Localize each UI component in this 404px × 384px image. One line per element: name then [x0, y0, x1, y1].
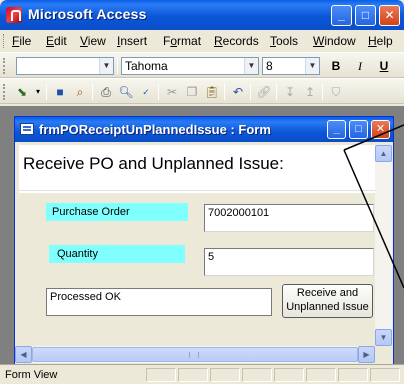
- status-text: Form View: [5, 369, 58, 381]
- status-pane: [306, 368, 336, 382]
- form-body: Receive PO and Unplanned Issue: Purchase…: [19, 145, 375, 346]
- menu-view[interactable]: View: [80, 34, 106, 48]
- chevron-down-icon[interactable]: ▼: [305, 58, 319, 74]
- cut-icon[interactable]: ✂: [164, 84, 180, 100]
- print-preview-icon[interactable]: 🔍︎: [118, 84, 134, 100]
- toolbar-grip[interactable]: [3, 84, 6, 100]
- menu-grip[interactable]: [3, 34, 6, 48]
- toolbar-separator: [322, 84, 323, 100]
- file-search-icon[interactable]: ⌕: [72, 84, 88, 100]
- scroll-left-icon[interactable]: ◀: [15, 346, 32, 363]
- form-minimize-button[interactable]: _: [327, 120, 346, 139]
- app-title-bar[interactable]: Microsoft Access _ □ ✕: [0, 0, 404, 30]
- quantity-input[interactable]: 5: [204, 248, 374, 276]
- status-pane: [338, 368, 368, 382]
- form-detail-section: Purchase Order 7002000101 Quantity 5 Pro…: [19, 193, 375, 346]
- scroll-up-icon[interactable]: ▲: [375, 145, 392, 162]
- vertical-scrollbar[interactable]: ▲ ▼: [375, 145, 392, 346]
- sort-descending-icon[interactable]: ↥: [302, 84, 318, 100]
- access-app-window: Microsoft Access _ □ ✕ File Edit View In…: [0, 0, 404, 384]
- paste-icon[interactable]: 📋︎: [204, 84, 220, 100]
- status-pane: [210, 368, 240, 382]
- menu-records[interactable]: Records: [214, 34, 259, 48]
- menu-help[interactable]: Help: [368, 34, 393, 48]
- receive-and-unplanned-issue-button[interactable]: Receive and Unplanned Issue: [282, 284, 373, 318]
- chevron-down-icon[interactable]: ▾: [30, 84, 46, 100]
- form-maximize-button[interactable]: □: [349, 120, 368, 139]
- toolbar-separator: [250, 84, 251, 100]
- access-key-icon[interactable]: [6, 7, 22, 23]
- menu-window[interactable]: Window: [313, 34, 356, 48]
- minimize-button[interactable]: _: [331, 5, 352, 26]
- status-pane: [370, 368, 400, 382]
- menu-edit[interactable]: Edit: [46, 34, 67, 48]
- font-size-combo[interactable]: 8 ▼: [262, 57, 320, 75]
- toolbar-separator: [92, 84, 93, 100]
- scroll-down-icon[interactable]: ▼: [375, 329, 392, 346]
- bold-button[interactable]: B: [326, 58, 346, 74]
- horizontal-scrollbar[interactable]: ◀ ▶: [15, 346, 375, 363]
- spelling-icon[interactable]: ✓: [138, 84, 154, 100]
- sort-ascending-icon[interactable]: ↧: [282, 84, 298, 100]
- status-pane: [242, 368, 272, 382]
- purchase-order-input[interactable]: 7002000101: [204, 204, 374, 232]
- button-label-line-1: Receive and: [296, 287, 359, 299]
- menu-insert[interactable]: Insert: [117, 34, 147, 48]
- copy-icon[interactable]: ❐: [184, 84, 200, 100]
- filter-icon[interactable]: ⛉: [328, 84, 344, 100]
- form-header-title: Receive PO and Unplanned Issue:: [23, 154, 284, 173]
- hyperlink-icon[interactable]: 🔗︎: [256, 84, 272, 100]
- toolbar-separator: [276, 84, 277, 100]
- font-name-combo[interactable]: Tahoma ▼: [121, 57, 259, 75]
- status-bar: Form View: [0, 364, 404, 384]
- form-icon[interactable]: [20, 123, 34, 135]
- menu-file[interactable]: File: [12, 34, 31, 48]
- purchase-order-label: Purchase Order: [46, 203, 188, 221]
- menu-tools[interactable]: Tools: [270, 34, 298, 48]
- status-pane: [274, 368, 304, 382]
- close-button[interactable]: ✕: [379, 5, 400, 26]
- menu-bar: File Edit View Insert Format Records Too…: [0, 30, 404, 52]
- toolbar-separator: [46, 84, 47, 100]
- scrollbar-corner: [375, 346, 392, 363]
- toolbar-separator: [117, 58, 118, 74]
- maximize-button[interactable]: □: [355, 5, 376, 26]
- formatting-toolbar: ▼ Tahoma ▼ 8 ▼ B I U: [0, 52, 404, 78]
- standard-toolbar: ⬊ ▾ ■ ⌕ ⎙ 🔍︎ ✓ ✂ ❐ 📋︎ ↶ 🔗︎ ↧ ↥ ⛉: [0, 78, 404, 104]
- form-header-section: Receive PO and Unplanned Issue:: [19, 145, 375, 191]
- quantity-label: Quantity: [49, 245, 185, 263]
- underline-button[interactable]: U: [374, 58, 394, 74]
- scroll-right-icon[interactable]: ▶: [358, 346, 375, 363]
- button-label-line-2: Unplanned Issue: [286, 301, 369, 313]
- horizontal-scroll-thumb[interactable]: [32, 347, 358, 362]
- print-icon[interactable]: ⎙: [98, 84, 114, 100]
- object-combo[interactable]: ▼: [16, 57, 114, 75]
- status-pane: [146, 368, 176, 382]
- chevron-down-icon[interactable]: ▼: [99, 58, 113, 74]
- save-icon[interactable]: ■: [52, 84, 68, 100]
- toolbar-separator: [224, 84, 225, 100]
- italic-button[interactable]: I: [350, 58, 370, 74]
- status-message-box: Processed OK: [46, 288, 272, 316]
- form-title-bar[interactable]: frmPOReceiptUnPlannedIssue : Form _ □ ✕: [15, 117, 393, 142]
- form-close-button[interactable]: ✕: [371, 120, 390, 139]
- menu-format[interactable]: Format: [163, 34, 201, 48]
- status-pane: [178, 368, 208, 382]
- toolbar-separator: [158, 84, 159, 100]
- form-title: frmPOReceiptUnPlannedIssue : Form: [39, 122, 271, 137]
- form-window: frmPOReceiptUnPlannedIssue : Form _ □ ✕ …: [14, 116, 394, 366]
- undo-icon[interactable]: ↶: [230, 84, 246, 100]
- view-icon[interactable]: ⬊: [14, 84, 30, 100]
- chevron-down-icon[interactable]: ▼: [244, 58, 258, 74]
- app-title: Microsoft Access: [28, 6, 147, 22]
- toolbar-grip[interactable]: [3, 58, 6, 74]
